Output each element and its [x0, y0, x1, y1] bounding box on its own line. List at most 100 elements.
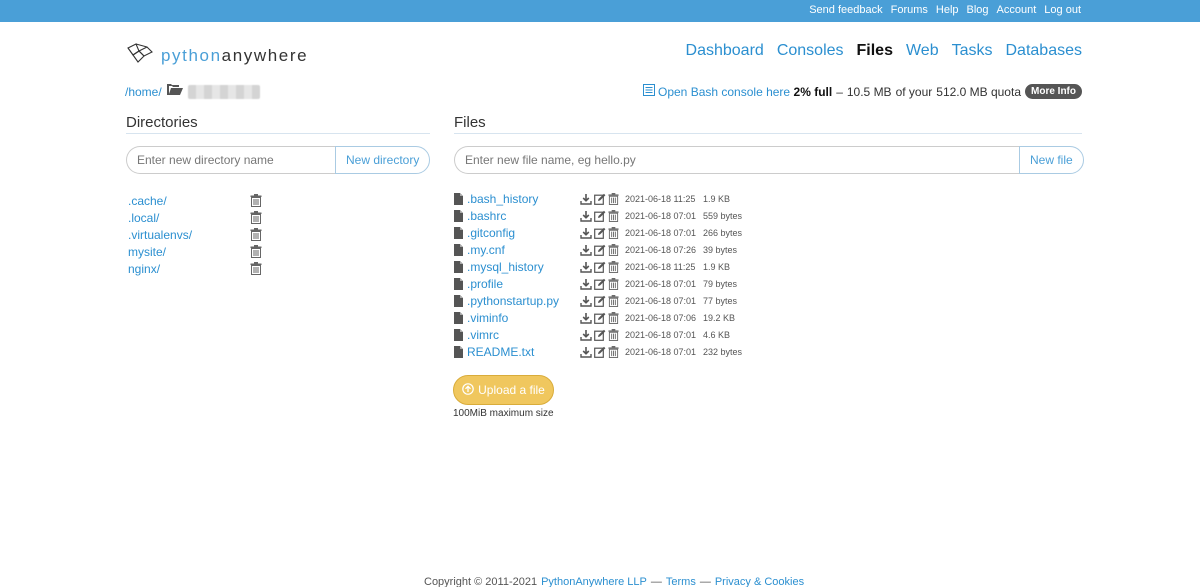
edit-icon[interactable] [594, 210, 606, 222]
trash-icon[interactable] [250, 262, 262, 275]
file-link[interactable]: .viminfo [467, 311, 580, 325]
table-row: .gitconfig 2021-06-18 07:01 266 bytes [454, 224, 742, 241]
nav-databases[interactable]: Databases [1006, 42, 1083, 60]
file-link[interactable]: .bash_history [467, 192, 580, 206]
edit-icon[interactable] [594, 329, 606, 341]
download-icon[interactable] [580, 244, 592, 256]
file-link[interactable]: .profile [467, 277, 580, 291]
more-info-badge[interactable]: More Info [1025, 84, 1082, 99]
file-icon [454, 294, 467, 307]
file-modified-date: 2021-06-18 07:26 [625, 244, 697, 255]
trash-icon[interactable] [250, 194, 262, 207]
file-link[interactable]: .vimrc [467, 328, 580, 342]
blog-link[interactable]: Blog [967, 4, 989, 16]
open-bash-console-link[interactable]: Open Bash console here [643, 84, 790, 99]
breadcrumb-home[interactable]: /home/ [125, 85, 162, 99]
trash-icon[interactable] [250, 228, 262, 241]
logo[interactable]: pythonanywhere [125, 42, 308, 69]
download-icon[interactable] [580, 193, 592, 205]
file-icon [454, 345, 467, 358]
nav-consoles[interactable]: Consoles [777, 42, 844, 60]
send-feedback-link[interactable]: Send feedback [809, 4, 882, 16]
file-modified-date: 2021-06-18 07:01 [625, 227, 697, 238]
file-size: 77 bytes [703, 295, 738, 306]
new-file-button[interactable]: New file [1019, 146, 1084, 174]
trash-icon[interactable] [608, 345, 619, 358]
download-icon[interactable] [580, 329, 592, 341]
edit-icon[interactable] [594, 227, 606, 239]
edit-icon[interactable] [594, 295, 606, 307]
file-link[interactable]: .pythonstartup.py [467, 294, 580, 308]
footer-company-link[interactable]: PythonAnywhere LLP [541, 576, 647, 587]
file-modified-date: 2021-06-18 07:01 [625, 278, 697, 289]
directory-link[interactable]: mysite/ [128, 245, 250, 259]
quota-total: 512.0 MB quota [936, 84, 1021, 99]
file-link[interactable]: .bashrc [467, 209, 580, 223]
file-actions [580, 209, 625, 222]
file-modified-date: 2021-06-18 07:01 [625, 295, 697, 306]
table-row: .mysql_history 2021-06-18 11:25 1.9 KB [454, 258, 742, 275]
new-file-input[interactable] [454, 146, 1019, 174]
directory-link[interactable]: nginx/ [128, 262, 250, 276]
trash-icon[interactable] [250, 211, 262, 224]
trash-icon[interactable] [608, 243, 619, 256]
download-icon[interactable] [580, 295, 592, 307]
list-item: .virtualenvs/ [128, 226, 262, 243]
directory-link[interactable]: .cache/ [128, 194, 250, 208]
footer-terms-link[interactable]: Terms [666, 576, 696, 587]
logout-link[interactable]: Log out [1044, 4, 1081, 16]
directory-link[interactable]: .virtualenvs/ [128, 228, 250, 242]
list-item: nginx/ [128, 260, 262, 277]
download-icon[interactable] [580, 312, 592, 324]
file-actions [580, 294, 625, 307]
trash-icon[interactable] [608, 311, 619, 324]
file-size: 4.6 KB [703, 329, 731, 340]
download-icon[interactable] [580, 227, 592, 239]
help-link[interactable]: Help [936, 4, 959, 16]
download-icon[interactable] [580, 261, 592, 273]
edit-icon[interactable] [594, 261, 606, 273]
quota-percent: 2% full [793, 84, 833, 99]
edit-icon[interactable] [594, 193, 606, 205]
trash-icon[interactable] [608, 294, 619, 307]
new-directory-input[interactable] [126, 146, 335, 174]
username-redacted [187, 84, 260, 99]
new-directory-button[interactable]: New directory [335, 146, 431, 174]
trash-icon[interactable] [608, 328, 619, 341]
edit-icon[interactable] [594, 278, 606, 290]
trash-icon[interactable] [608, 260, 619, 273]
table-row: .pythonstartup.py 2021-06-18 07:01 77 byte… [454, 292, 742, 309]
nav-dashboard[interactable]: Dashboard [686, 42, 764, 60]
trash-icon[interactable] [608, 209, 619, 222]
nav-files[interactable]: Files [857, 42, 893, 60]
trash-icon[interactable] [608, 277, 619, 290]
edit-icon[interactable] [594, 244, 606, 256]
file-link[interactable]: .my.cnf [467, 243, 580, 257]
footer-privacy-link[interactable]: Privacy & Cookies [715, 576, 804, 587]
trash-icon[interactable] [608, 192, 619, 205]
trash-icon[interactable] [250, 245, 262, 258]
file-size: 266 bytes [703, 227, 743, 238]
download-icon[interactable] [580, 278, 592, 290]
file-link[interactable]: .gitconfig [467, 226, 580, 240]
directory-link[interactable]: .local/ [128, 211, 250, 225]
download-icon[interactable] [580, 346, 592, 358]
trash-icon[interactable] [608, 226, 619, 239]
upload-arrow-icon [462, 382, 474, 398]
file-link[interactable]: README.txt [467, 345, 580, 359]
edit-icon[interactable] [594, 346, 606, 358]
file-actions [580, 277, 625, 290]
account-link[interactable]: Account [997, 4, 1037, 16]
file-link[interactable]: .mysql_history [467, 260, 580, 274]
edit-icon[interactable] [594, 312, 606, 324]
nav-tasks[interactable]: Tasks [952, 42, 993, 60]
file-icon [454, 311, 467, 324]
download-icon[interactable] [580, 210, 592, 222]
table-row: .vimrc 2021-06-18 07:01 4.6 KB [454, 326, 742, 343]
nav-web[interactable]: Web [906, 42, 939, 60]
table-row: README.txt 2021-06-18 07:01 232 bytes [454, 343, 742, 360]
directories-title: Directories [126, 114, 198, 131]
file-modified-date: 2021-06-18 07:01 [625, 346, 697, 357]
upload-file-button[interactable]: Upload a file [453, 375, 554, 405]
forums-link[interactable]: Forums [891, 4, 928, 16]
